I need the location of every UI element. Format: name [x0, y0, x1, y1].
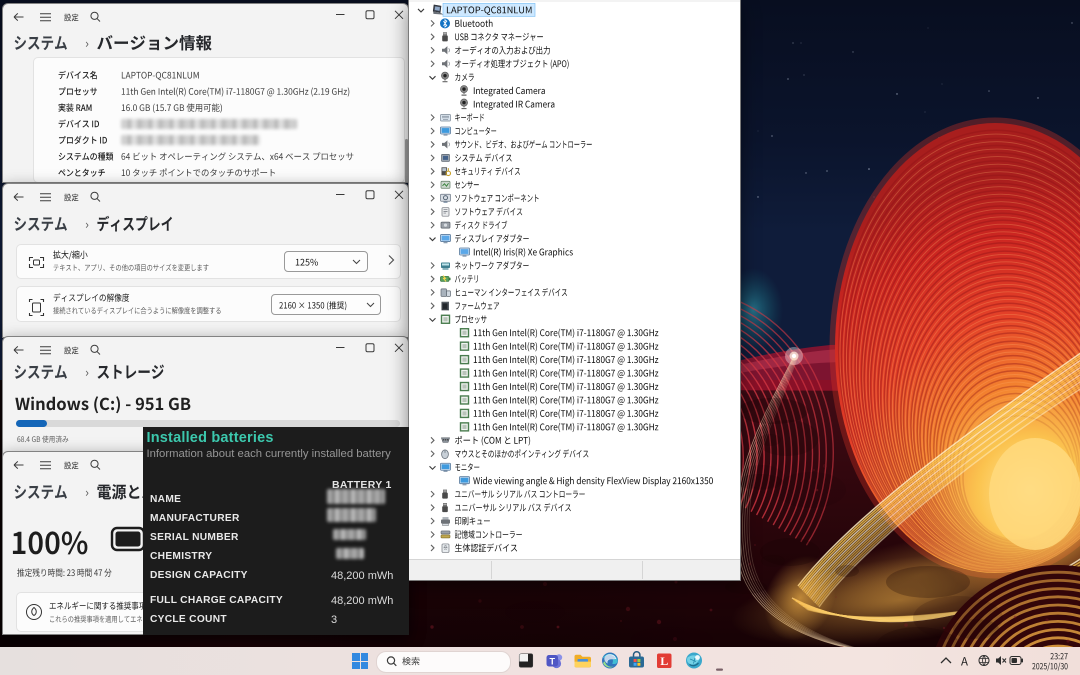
svg-text:T: T — [549, 656, 555, 666]
svg-text:L: L — [660, 654, 668, 668]
